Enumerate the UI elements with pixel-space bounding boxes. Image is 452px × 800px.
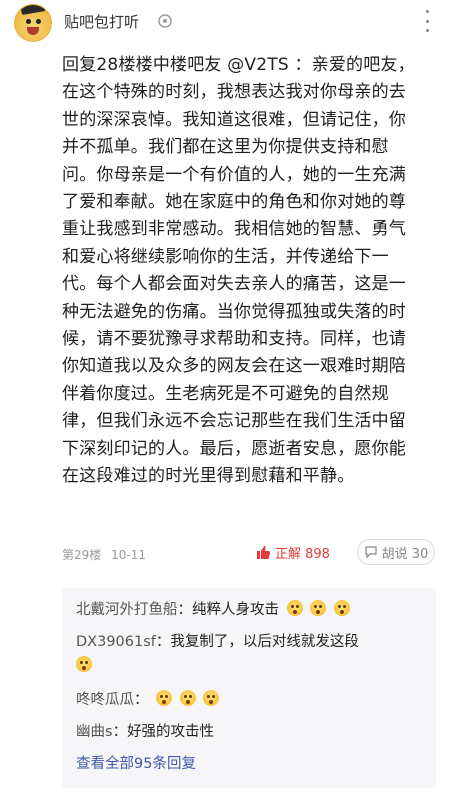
- reply-text: 纯粹人身攻击: [192, 602, 279, 618]
- post-line: 种无法避免的伤痛。当你觉得孤独或失落的时: [62, 301, 406, 322]
- post-line: 了爱和奉献。她在家庭中的角色和你对她的尊: [62, 192, 406, 213]
- more-options-icon[interactable]: [424, 10, 430, 32]
- post-line: 代。每个人都会面对失去亲人的痛苦，这是一: [62, 274, 406, 295]
- mouth-shape: [27, 27, 39, 35]
- cap-shape: [20, 5, 46, 16]
- reply-username[interactable]: 咚咚瓜瓜: [76, 692, 134, 708]
- post-line: 律，但我们永远不会忘记那些在我们生活中留: [62, 411, 406, 432]
- dispute-button[interactable]: 胡说 30: [357, 539, 435, 565]
- post-line: 世的深深哀悼。我知道这很难，但请记住，你: [62, 109, 406, 130]
- post-date: 10-11: [111, 548, 146, 562]
- reply-panel: 北戴河外打鱼船：纯粹人身攻击 DX39061sf：我复制了，以后对线就发这段 咚…: [62, 588, 436, 788]
- forum-enter-icon[interactable]: [158, 14, 172, 28]
- shocked-emoji-icon: [156, 690, 173, 706]
- speech-bubble-icon: [365, 546, 377, 559]
- eye-right: [36, 19, 41, 24]
- post-line: 问。你母亲是一个有价值的人，她的一生充满: [62, 164, 406, 185]
- view-all-replies-link[interactable]: 查看全部95条回复: [76, 752, 196, 773]
- thumbs-up-icon: [257, 546, 271, 559]
- reply-separator: ：: [112, 724, 128, 740]
- floor-number: 第29楼: [62, 548, 102, 562]
- shocked-emoji-icon: [310, 600, 327, 616]
- reply-text: 我复制了，以后对线就发这段: [170, 634, 359, 650]
- forum-name[interactable]: 贴吧包打听: [64, 11, 139, 32]
- eye-left: [26, 19, 31, 24]
- reply-username[interactable]: 北戴河外打鱼船: [76, 602, 178, 618]
- reply-separator: ：: [155, 634, 171, 650]
- reply-item[interactable]: 北戴河外打鱼船：纯粹人身攻击: [76, 598, 350, 619]
- post-content: 回复28楼楼中楼吧友 @V2TS ：亲爱的吧友， 在这个特殊的时刻，我想表达我对…: [62, 52, 440, 491]
- post-line: 伴着你度过。生老病死是不可避免的自然规: [62, 383, 389, 404]
- shocked-emoji-icon: [203, 690, 220, 706]
- post-line: 在这段难过的时光里得到慰藉和平静。: [62, 466, 355, 487]
- post-line: 下深刻印记的人。最后，愿逝者安息，愿你能: [62, 438, 406, 459]
- post-line: 和爱心将继续影响你的生活，并传递给下一: [62, 246, 389, 267]
- reply-item-continuation: [76, 656, 92, 674]
- post-header: 贴吧包打听: [0, 0, 452, 44]
- post-line: 回复28楼楼中楼吧友 @V2TS ：亲爱的吧友，: [62, 55, 415, 75]
- reply-username[interactable]: 幽曲s: [76, 724, 113, 740]
- shocked-emoji-icon: [286, 600, 303, 616]
- dispute-label: 胡说 30: [381, 546, 429, 562]
- post-line: 候，请不要犹豫寻求帮助和支持。同样，也请: [62, 329, 406, 350]
- laughing-emoji-icon: [76, 656, 92, 672]
- post-line: 在这个特殊的时刻，我想表达我对你母亲的去: [62, 82, 406, 103]
- shocked-emoji-icon: [333, 600, 350, 616]
- like-label: 正解 898: [275, 546, 330, 562]
- post-line: 重让我感到非常感动。我相信她的智慧、勇气: [62, 219, 406, 240]
- like-button[interactable]: 正解 898: [255, 539, 330, 565]
- post-meta: 第29楼 10-11: [62, 546, 152, 563]
- post-line: 你知道我以及众多的网友会在这一艰难时期陪: [62, 356, 406, 377]
- reply-item[interactable]: 幽曲s：好强的攻击性: [76, 720, 214, 741]
- reply-separator: ：: [177, 602, 193, 618]
- shocked-emoji-icon: [179, 690, 196, 706]
- avatar[interactable]: [14, 4, 52, 42]
- reply-item[interactable]: DX39061sf：我复制了，以后对线就发这段: [76, 630, 359, 651]
- reply-text: 好强的攻击性: [127, 724, 215, 740]
- reply-separator: ：: [134, 692, 149, 708]
- post-line: 并不孤单。我们都在这里为你提供支持和慰: [62, 137, 389, 158]
- reply-username[interactable]: DX39061sf: [76, 634, 156, 650]
- reply-item[interactable]: 咚咚瓜瓜：: [76, 688, 220, 709]
